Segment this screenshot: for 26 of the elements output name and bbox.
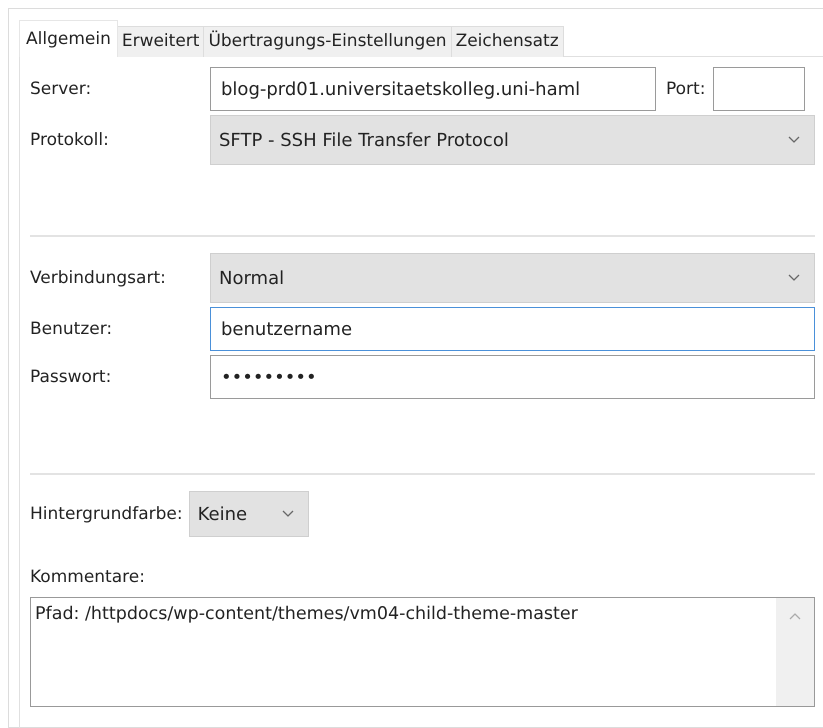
scrollbar[interactable]: [776, 598, 814, 706]
username-field[interactable]: benutzername: [210, 307, 815, 351]
password-field[interactable]: •••••••••: [210, 355, 815, 399]
background-color-dropdown[interactable]: Keine: [188, 491, 309, 537]
field-label: Passwort:: [30, 367, 112, 387]
tab[interactable]: Erweitert: [116, 26, 204, 57]
chevron-down-icon: [788, 136, 800, 144]
chevron-down-icon: [788, 274, 800, 282]
field-label: Hintergrundfarbe:: [30, 504, 183, 524]
field-label: Verbindungsart:: [30, 268, 167, 288]
field-label: Port:: [666, 79, 706, 99]
tab[interactable]: Allgemein: [19, 20, 118, 57]
chevron-up-icon: [789, 612, 801, 620]
field-label: Kommentare:: [30, 567, 145, 587]
tab[interactable]: Zeichensatz: [450, 26, 564, 57]
server-field[interactable]: blog-prd01.universitaetskolleg.uni-haml: [210, 67, 656, 111]
comment-text: Pfad: /httpdocs/wp-content/themes/vm04-child-theme-master: [34, 603, 579, 626]
comments-field[interactable]: Pfad: /httpdocs/wp-content/themes/vm04-child-theme-master: [30, 597, 815, 707]
field-label: Server:: [30, 79, 92, 99]
chevron-down-icon: [282, 510, 294, 518]
field-label: Benutzer:: [30, 319, 114, 339]
protocol-dropdown[interactable]: SFTP - SSH File Transfer Protocol: [210, 115, 815, 165]
port-field[interactable]: [713, 67, 806, 111]
tab[interactable]: Übertragungs-Einstellungen: [203, 26, 452, 57]
field-label: Protokoll:: [30, 130, 110, 150]
connection-type-dropdown[interactable]: Normal: [210, 253, 815, 303]
